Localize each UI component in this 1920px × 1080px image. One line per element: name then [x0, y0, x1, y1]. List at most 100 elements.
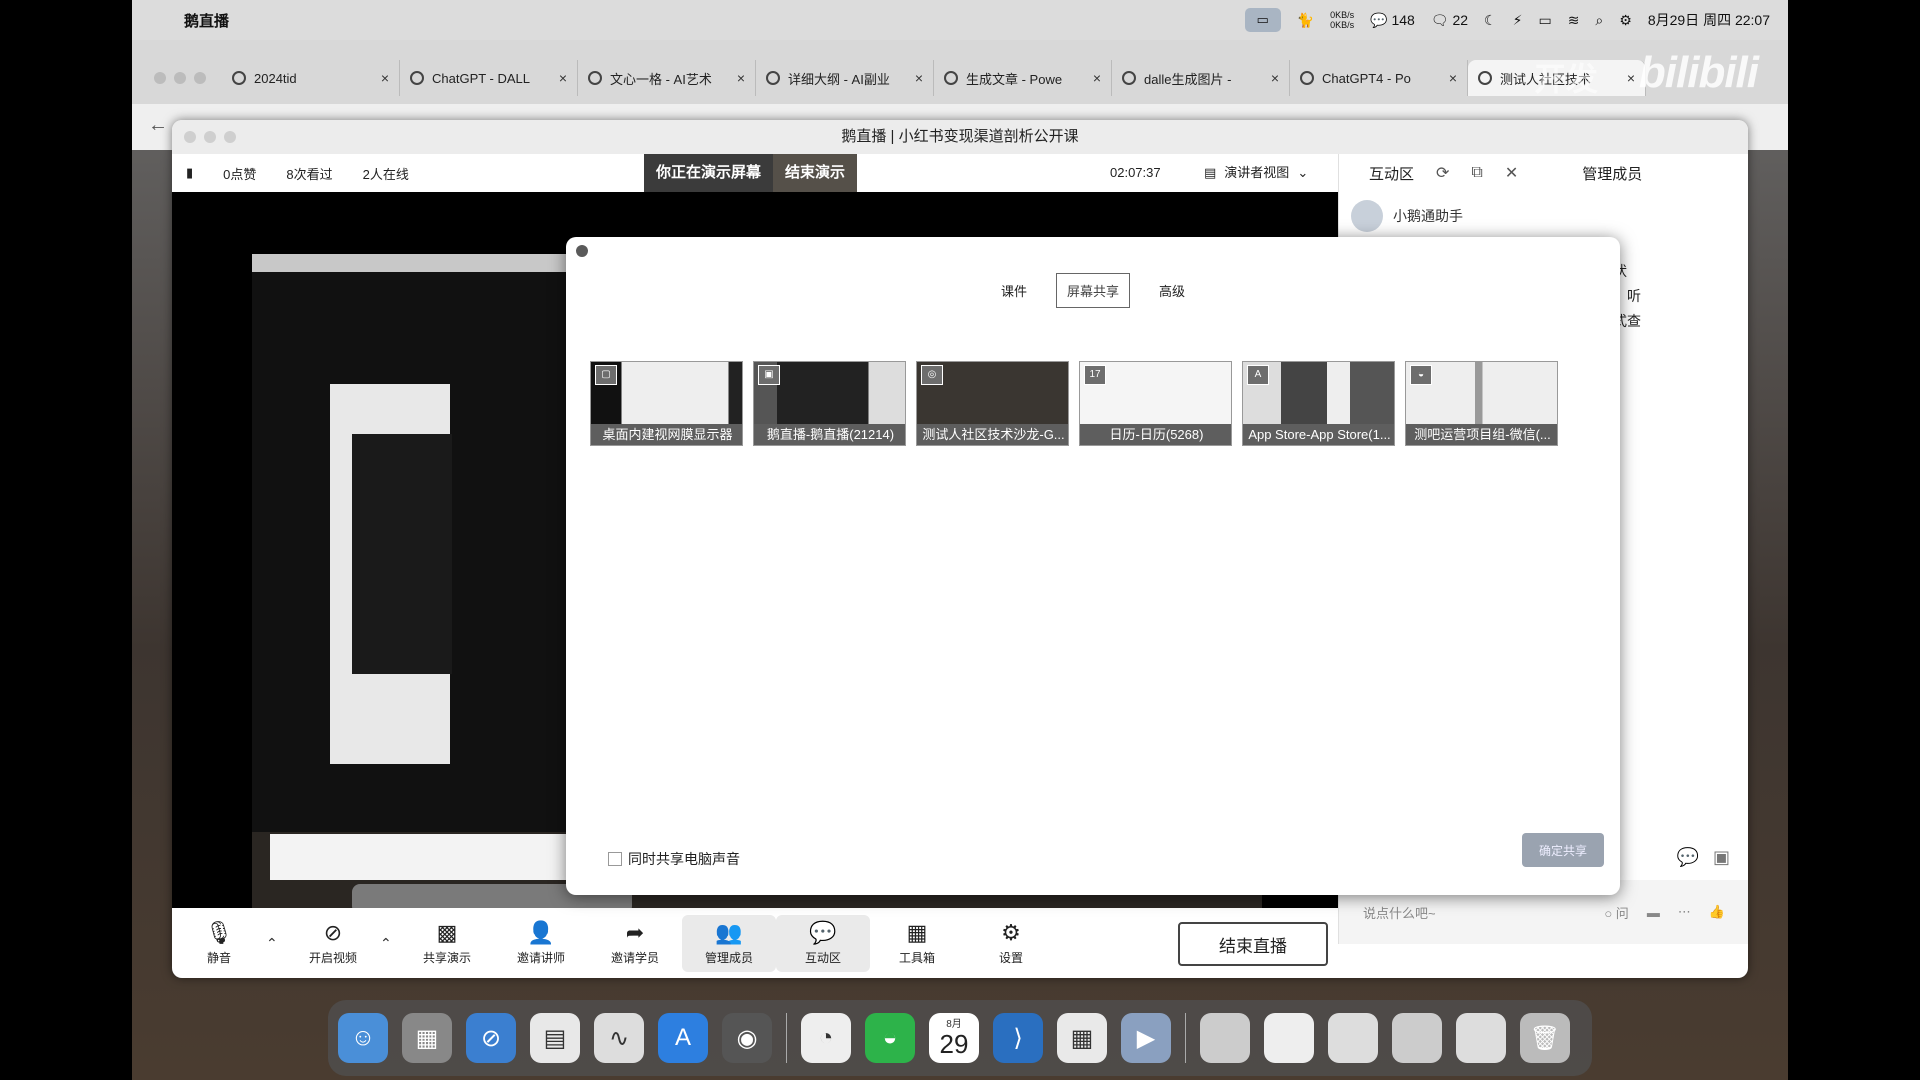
close-icon[interactable]: ×	[1449, 70, 1457, 86]
document-thumbnail-icon[interactable]	[1200, 1013, 1250, 1063]
wechat-status[interactable]: 🗨 22	[1431, 12, 1468, 29]
comment-icon[interactable]: 💬	[1677, 847, 1699, 868]
end-live-button[interactable]: 结束直播	[1178, 922, 1328, 966]
share-sound-option[interactable]: 同时共享电脑声音	[608, 849, 740, 869]
chat-input[interactable]: 说点什么吧~	[1363, 903, 1586, 922]
lightning-icon[interactable]: ⚡	[1513, 12, 1523, 29]
share-source-list: ▢ 桌面内建视网膜显示器 ▣ 鹅直播-鹅直播(21214) ◎ 测试人社区技术沙…	[590, 361, 1558, 446]
live-window-title: 鹅直播 | 小红书变现渠道剖析公开课	[841, 128, 1079, 145]
invite-student-button[interactable]: ➦ 邀请学员	[588, 920, 682, 966]
tab-screen-share[interactable]: 屏幕共享	[1055, 273, 1130, 308]
clock[interactable]: 8月29日 周四 22:07	[1648, 10, 1770, 30]
message-status[interactable]: 💬 148	[1370, 12, 1415, 29]
close-icon[interactable]: ✕	[1505, 163, 1518, 183]
share-present-button[interactable]: ▩ 共享演示	[400, 920, 494, 966]
display-icon: ▢	[595, 365, 617, 385]
app-store-icon[interactable]: A	[658, 1013, 708, 1063]
settings-button[interactable]: ⚙ 设置	[964, 920, 1058, 966]
search-icon[interactable]: ⌕	[1595, 12, 1603, 29]
close-icon[interactable]: ×	[1093, 70, 1101, 86]
vscode-icon[interactable]: ⟩	[993, 1013, 1043, 1063]
share-source-item[interactable]: ◒ 测吧运营项目组-微信(...	[1405, 361, 1558, 446]
share-source-item[interactable]: ◎ 测试人社区技术沙龙-G...	[916, 361, 1069, 446]
chevron-up-icon[interactable]: ⌃	[266, 935, 286, 952]
share-source-item[interactable]: ▣ 鹅直播-鹅直播(21214)	[753, 361, 906, 446]
share-sound-checkbox[interactable]	[608, 852, 622, 866]
freeform-icon[interactable]: ∿	[594, 1013, 644, 1063]
share-source-item[interactable]: A App Store-App Store(1...	[1242, 361, 1395, 446]
tab-members[interactable]: 管理成员	[1582, 163, 1642, 184]
share-source-item[interactable]: ▢ 桌面内建视网膜显示器	[590, 361, 743, 446]
invite-lecturer-button[interactable]: 👤 邀请讲师	[494, 920, 588, 966]
chrome-icon[interactable]: ◉	[722, 1013, 772, 1063]
browser-tab[interactable]: 2024tid ×	[222, 60, 400, 96]
calendar-icon[interactable]: 8月 29	[929, 1013, 979, 1063]
window-thumbnail-icon[interactable]	[1328, 1013, 1378, 1063]
close-icon[interactable]	[576, 245, 588, 257]
end-present-button[interactable]: 结束演示	[773, 154, 858, 192]
tab-interact[interactable]: 互动区	[1369, 163, 1414, 184]
thumbs-up-icon[interactable]: 👍	[1709, 904, 1725, 920]
window-thumbnail-icon[interactable]	[1456, 1013, 1506, 1063]
ask-toggle[interactable]: ○ 问	[1604, 903, 1628, 922]
qq-icon[interactable]: ◔	[801, 1013, 851, 1063]
popout-icon[interactable]: ⧉	[1471, 164, 1482, 182]
mute-button[interactable]: 🎙 静音	[172, 920, 266, 966]
browser-tab[interactable]: 生成文章 - Powe ×	[934, 60, 1112, 96]
tab-courseware[interactable]: 课件	[990, 273, 1038, 308]
wechat-icon: ◒	[1410, 365, 1432, 385]
status-area: ▭ 🐈 0KB/s 0KB/s 💬 148 🗨 22 ☾ ⚡ ▭ ≋ ⌕ ⚙ 8月…	[1244, 8, 1788, 32]
chat-icon: 💬	[809, 919, 837, 945]
cat-icon[interactable]: 🐈	[1297, 12, 1314, 29]
more-icon[interactable]: ⋯	[1678, 904, 1691, 920]
safari-icon[interactable]: ⊘	[466, 1013, 516, 1063]
moon-icon[interactable]: ☾	[1484, 12, 1497, 29]
view-mode-select[interactable]: ▤ 演讲者视图 ⌄	[1204, 154, 1308, 192]
presenting-banner: 你正在演示屏幕 结束演示	[644, 154, 858, 192]
chevron-up-icon[interactable]: ⌃	[380, 935, 400, 952]
close-icon[interactable]: ×	[559, 70, 567, 86]
live-app-icon[interactable]: ▶	[1121, 1013, 1171, 1063]
browser-tab[interactable]: 文心一格 - AI艺术 ×	[578, 60, 756, 96]
manage-members-button[interactable]: 👥 管理成员	[682, 914, 776, 972]
office-icon[interactable]: ▦	[1057, 1013, 1107, 1063]
confirm-share-button[interactable]: 确定共享	[1522, 833, 1604, 867]
screen-share-icon[interactable]: ▭	[1244, 8, 1281, 32]
close-icon[interactable]: ×	[1627, 70, 1635, 86]
browser-tab[interactable]: ChatGPT - DALL ×	[400, 60, 578, 96]
browser-tab[interactable]: 详细大纲 - AI副业 ×	[756, 60, 934, 96]
close-icon[interactable]: ×	[915, 70, 923, 86]
menu-app-name[interactable]: 鹅直播	[184, 10, 229, 31]
danmaku-icon[interactable]: ▣	[1713, 847, 1730, 868]
wechat-icon[interactable]: ◒	[865, 1013, 915, 1063]
tab-advanced[interactable]: 高级	[1148, 273, 1196, 308]
calendar-view-icon: ▤	[1204, 165, 1217, 180]
video-button[interactable]: ⊘ 开启视频	[286, 919, 380, 966]
window-controls[interactable]	[184, 131, 236, 143]
chat-mini-tools: 💬 ▣	[1677, 847, 1730, 868]
trash-icon[interactable]: 🗑	[1520, 1013, 1570, 1063]
assistant-message: 小鹅通助手	[1351, 200, 1736, 232]
battery-icon[interactable]: ▭	[1538, 12, 1551, 29]
refresh-icon[interactable]: ⟳	[1436, 163, 1449, 183]
watermark-text: 开发	[1533, 61, 1598, 97]
browser-tab[interactable]: ChatGPT4 - Po ×	[1290, 60, 1468, 96]
wifi-icon[interactable]: ≋	[1568, 12, 1580, 29]
launchpad-icon[interactable]: ▦	[402, 1013, 452, 1063]
camera-off-icon: ⊘	[323, 919, 343, 945]
window-thumbnail-icon[interactable]	[1392, 1013, 1442, 1063]
document-thumbnail-icon[interactable]	[1264, 1013, 1314, 1063]
notes-icon[interactable]: ▤	[530, 1013, 580, 1063]
back-arrow-icon[interactable]: ←	[148, 114, 168, 137]
finder-icon[interactable]: ☺	[338, 1013, 388, 1063]
close-icon[interactable]: ×	[737, 70, 745, 86]
close-icon[interactable]: ×	[1271, 70, 1279, 86]
share-source-item[interactable]: 17 日历-日历(5268)	[1079, 361, 1232, 446]
toolbox-button[interactable]: ▦ 工具箱	[870, 920, 964, 966]
close-icon[interactable]: ×	[381, 70, 389, 86]
folder-icon[interactable]: ▬	[1647, 905, 1660, 920]
browser-tab[interactable]: dalle生成图片 - ×	[1112, 60, 1290, 96]
control-center-icon[interactable]: ⚙	[1619, 12, 1632, 29]
interact-button[interactable]: 💬 互动区	[776, 914, 870, 972]
tab-favicon-icon	[944, 71, 958, 85]
